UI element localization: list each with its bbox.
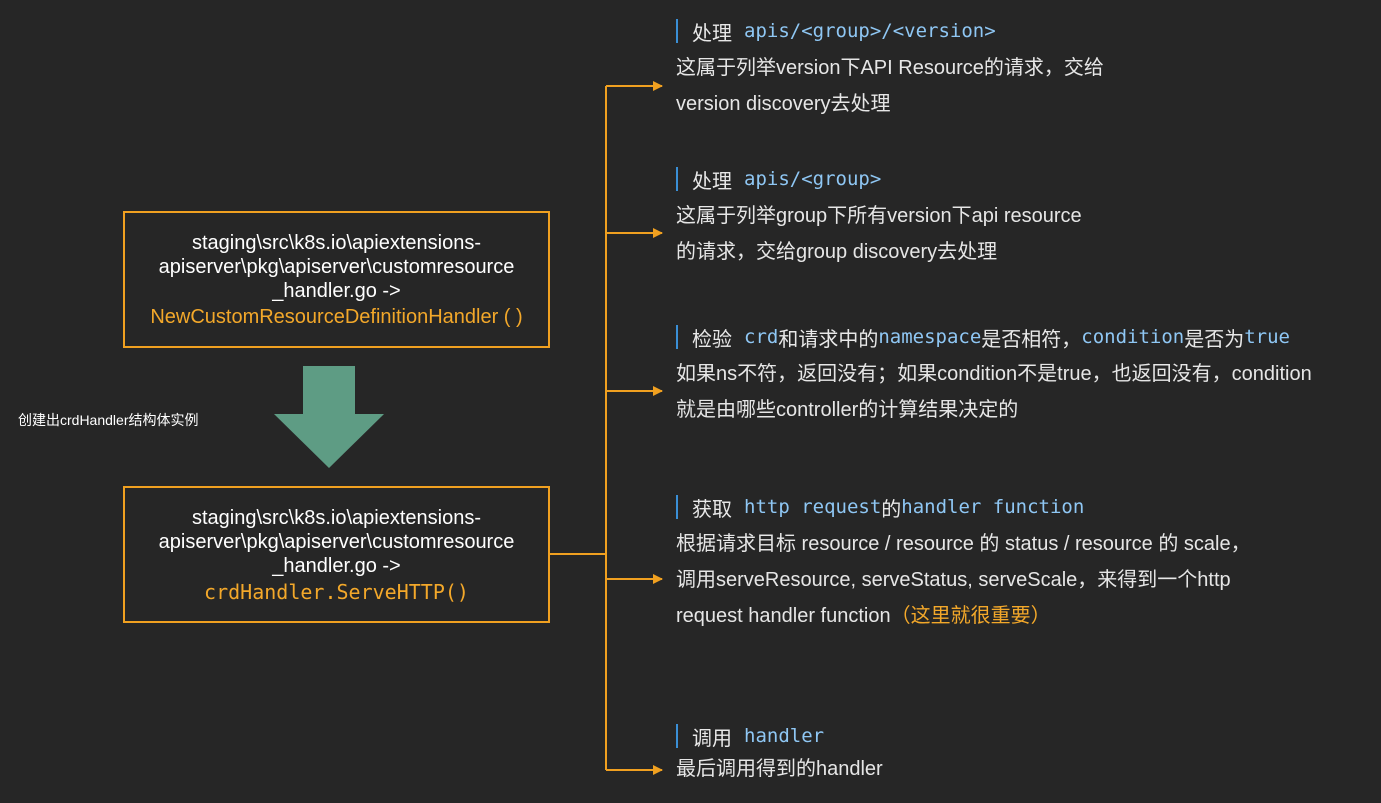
title-text: 处理	[692, 170, 732, 193]
section-body: 最后调用得到的handler	[676, 751, 883, 787]
title-keyword: condition	[1081, 326, 1185, 348]
section-title: 检验 crd 和请求中的 namespace 是否相符， condition 是…	[676, 322, 1312, 352]
title-keyword: handler	[744, 725, 825, 747]
box-path-line: _handler.go ->	[272, 279, 401, 302]
box-path-line: _handler.go ->	[272, 554, 401, 577]
title-keyword: crd	[744, 326, 779, 348]
new-handler-box: staging\src\k8s.io\apiextensions- apiser…	[123, 211, 550, 348]
down-arrow-icon	[274, 366, 384, 468]
section-body: 如果ns不符，返回没有；如果condition不是true，也返回没有，cond…	[676, 356, 1312, 428]
title-bar	[676, 19, 678, 43]
title-bar	[676, 724, 678, 748]
box-function-name: NewCustomResourceDefinitionHandler ( )	[150, 305, 523, 328]
box-function-name: crdHandler.ServeHTTP()	[204, 579, 469, 604]
title-text: 检验	[692, 328, 732, 351]
body-line: 的请求，交给group discovery去处理	[676, 241, 998, 263]
section-title: 调用 handler	[676, 721, 883, 751]
title-keyword: apis/<group>	[744, 168, 882, 190]
box-path-line: apiserver\pkg\apiserver\customresource	[158, 255, 515, 278]
title-text: 是否为	[1184, 328, 1245, 351]
title-keyword: true	[1244, 326, 1290, 348]
body-line: request handler function（这里就很重要）	[676, 598, 1251, 634]
importance-note: （这里就很重要）	[890, 605, 1051, 627]
section-body: 根据请求目标 resource / resource 的 status / re…	[676, 526, 1251, 634]
title-keyword: http request	[744, 496, 882, 518]
section-body: 这属于列举version下API Resource的请求，交给 version …	[676, 50, 1104, 122]
arrow-caption: 创建出crdHandler结构体实例	[18, 412, 199, 428]
title-text: 的	[881, 498, 902, 521]
section-title: 处理 apis/<group>/<version>	[676, 16, 1104, 46]
body-line: 就是由哪些controller的计算结果决定的	[676, 399, 1019, 421]
section-title: 获取 http request 的 handler function	[676, 492, 1251, 522]
title-keyword: handler function	[901, 496, 1085, 518]
body-line: 根据请求目标 resource / resource 的 status / re…	[676, 533, 1251, 555]
title-bar	[676, 167, 678, 191]
body-line: 最后调用得到的handler	[676, 758, 883, 780]
section-validate-crd: 检验 crd 和请求中的 namespace 是否相符， condition 是…	[676, 322, 1312, 428]
title-text: 获取	[692, 498, 732, 521]
title-bar	[676, 495, 678, 519]
box-path-line: staging\src\k8s.io\apiextensions-	[191, 506, 482, 529]
title-text: 是否相符，	[981, 328, 1082, 351]
section-version-discovery: 处理 apis/<group>/<version> 这属于列举version下A…	[676, 16, 1104, 122]
title-keyword: apis/<group>/<version>	[744, 20, 996, 42]
section-call-handler: 调用 handler 最后调用得到的handler	[676, 721, 883, 787]
body-line: 这属于列举version下API Resource的请求，交给	[676, 57, 1104, 79]
title-text: 处理	[692, 22, 732, 45]
title-text: 调用	[692, 727, 732, 750]
body-text: request handler function	[676, 605, 891, 627]
section-body: 这属于列举group下所有version下api resource 的请求，交给…	[676, 198, 1082, 270]
section-group-discovery: 处理 apis/<group> 这属于列举group下所有version下api…	[676, 164, 1082, 270]
box-path-line: staging\src\k8s.io\apiextensions-	[191, 231, 482, 254]
title-text: 和请求中的	[778, 328, 879, 351]
serve-http-box: staging\src\k8s.io\apiextensions- apiser…	[123, 486, 550, 623]
body-line: version discovery去处理	[676, 93, 891, 115]
box-path-line: apiserver\pkg\apiserver\customresource	[158, 530, 515, 553]
body-line: 这属于列举group下所有version下api resource	[676, 205, 1082, 227]
title-keyword: namespace	[878, 326, 982, 348]
section-get-handler: 获取 http request 的 handler function 根据请求目…	[676, 492, 1251, 634]
body-line: 调用serveResource, serveStatus, serveScale…	[676, 569, 1231, 591]
title-bar	[676, 325, 678, 349]
section-title: 处理 apis/<group>	[676, 164, 1082, 194]
body-line: 如果ns不符，返回没有；如果condition不是true，也返回没有，cond…	[676, 363, 1312, 385]
